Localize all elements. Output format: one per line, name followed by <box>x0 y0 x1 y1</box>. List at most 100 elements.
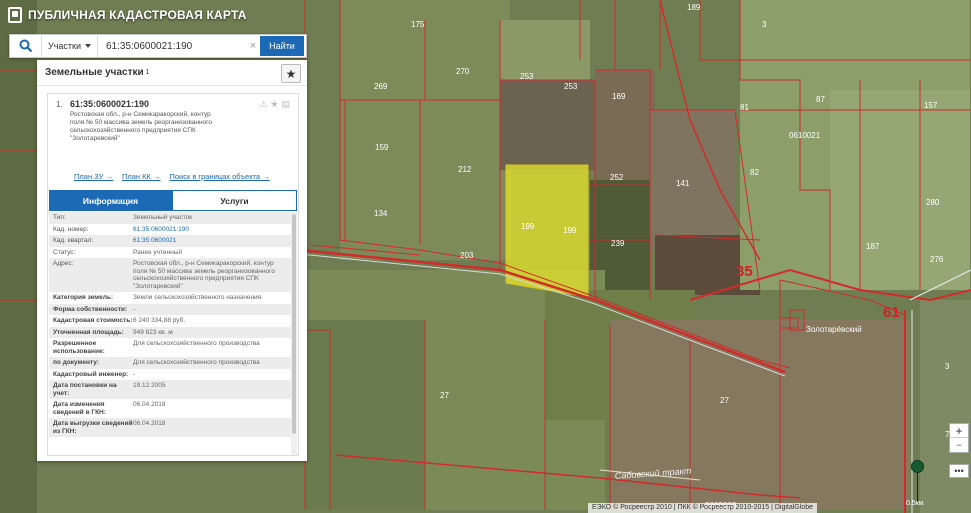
info-row-key: Тип: <box>53 214 66 221</box>
info-row: Категория земель: Земли сельскохозяйствен… <box>49 292 291 304</box>
map-label: 3 <box>762 20 767 29</box>
map-label: 27 <box>720 396 729 405</box>
info-row-key: Дата постановки на учет: <box>53 382 117 397</box>
map-label-district: 35 <box>736 263 753 280</box>
info-row: Дата выгрузки сведений из ГКН: 06.04.2018 <box>49 418 291 437</box>
map-label: 269 <box>374 82 388 91</box>
result-card: 1. 61:35:0600021:190 Ростовская обл., р-… <box>47 93 299 456</box>
zoom-out-button[interactable]: − <box>950 438 968 452</box>
clear-icon[interactable]: × <box>246 40 260 52</box>
info-row: Форма собственности: - <box>49 303 291 315</box>
map-label: 141 <box>676 179 690 188</box>
map-label: 276 <box>930 255 944 264</box>
zoom-control: + − <box>949 423 969 453</box>
map-label: 203 <box>460 251 474 260</box>
info-row-value[interactable]: 61:35:0600021:190 <box>133 226 287 234</box>
map-scale: 0.5км <box>906 500 924 507</box>
result-links: План ЗУ → План КК → Поиск в границах объ… <box>74 172 270 181</box>
info-row-value: Ранее учтенный <box>133 248 182 256</box>
result-address: Ростовская обл., р-н Семикаракорский, ко… <box>70 111 212 142</box>
map-label: 239 <box>611 239 625 248</box>
map-label: 189 <box>687 3 701 12</box>
info-row-key: Кадастровая стоимость: <box>53 317 133 324</box>
info-row-value[interactable]: 61:35:0600021 <box>133 237 287 245</box>
search-type-label: Участки <box>48 41 81 51</box>
info-row: Дата постановки на учет: 19.12.2005 <box>49 380 291 399</box>
chevron-down-icon <box>85 44 91 48</box>
map-label: 134 <box>374 209 388 218</box>
info-row-value: Земли сельскохозяйственного назначения <box>133 294 262 301</box>
info-row-key: Категория земель: <box>53 294 114 301</box>
info-row-key: по документу: <box>53 359 99 366</box>
result-count: 1 <box>145 69 150 76</box>
info-row: Кадастровая стоимость: 6 240 334,88 руб. <box>49 315 291 327</box>
map-label: 169 <box>612 92 626 101</box>
search-in-bounds-link[interactable]: Поиск в границах объекта → <box>169 172 269 181</box>
info-row-key: Разрешенное использование: <box>53 340 105 355</box>
zoom-in-button[interactable]: + <box>950 424 968 438</box>
result-index: 1. <box>56 100 63 109</box>
panel-header: Земельные участки 1 ★ <box>37 60 307 86</box>
map-label: 82 <box>750 168 759 177</box>
tab-info[interactable]: Информация <box>49 190 172 211</box>
map-label: 0610021 <box>789 131 821 140</box>
map-label: 87 <box>816 95 825 104</box>
map-label: 81 <box>740 103 749 112</box>
info-row-value: 949 823 кв. м <box>133 328 173 336</box>
map-label: 27 <box>440 391 449 400</box>
app-header: ПУБЛИЧНАЯ КАДАСТРОВАЯ КАРТА <box>0 0 310 30</box>
info-row-value: 19.12.2005 <box>133 382 166 389</box>
app-title: ПУБЛИЧНАЯ КАДАСТРОВАЯ КАРТА <box>28 8 247 22</box>
warning-icon[interactable]: ⚠ <box>259 99 267 110</box>
map-label: 199 <box>521 222 535 231</box>
info-row: Разрешенное использование: Для сельскохоз… <box>49 338 291 357</box>
info-row: по документу: Для сельскохозяйственного п… <box>49 357 291 369</box>
search-bar: Участки × Найти <box>9 34 307 58</box>
info-row: Уточненная площадь: 949 823 кв. м <box>49 326 291 338</box>
map-attribution: ЕЭКО © Росреестр 2010 | ПКК © Росреестр … <box>588 503 817 513</box>
info-row-key: Статус: <box>53 248 76 256</box>
result-tabs: Информация Услуги <box>49 190 297 211</box>
favorite-star-icon[interactable]: ★ <box>281 64 301 83</box>
info-row: Кад. квартал: 61:35:0600021 <box>49 235 291 247</box>
map-label-region: 61 <box>883 304 900 321</box>
info-row-value: - <box>133 370 136 378</box>
search-button[interactable]: Найти <box>260 36 304 56</box>
result-card-header: 1. 61:35:0600021:190 Ростовская обл., р-… <box>48 94 298 182</box>
scrollbar-thumb[interactable] <box>292 214 296 434</box>
info-row-value: - <box>133 305 136 313</box>
print-icon[interactable]: ▤ <box>281 99 290 110</box>
search-input[interactable] <box>98 35 246 57</box>
info-row-value: Для сельскохозяйственного производства <box>133 359 260 366</box>
star-icon[interactable]: ★ <box>270 99 278 110</box>
info-row-key: Кад. номер: <box>53 225 89 233</box>
rosreestr-logo-icon[interactable] <box>8 7 22 23</box>
info-row-key: Кадастровый инженер: <box>53 370 129 378</box>
info-scrollbar[interactable] <box>291 212 297 455</box>
map-label: 253 <box>564 82 578 91</box>
info-row-value: Земельный участок <box>133 214 193 221</box>
info-row: Кадастровый инженер: - <box>49 368 291 380</box>
pin-stick <box>917 472 918 502</box>
map-label: 175 <box>411 20 425 29</box>
tab-services[interactable]: Услуги <box>172 190 297 211</box>
info-row: Адрес: Ростовская обл., р-н Семикаракорск… <box>49 258 291 292</box>
plan-kk-link[interactable]: План КК → <box>122 172 161 181</box>
info-row: Кад. номер: 61:35:0600021:190 <box>49 223 291 235</box>
info-row-value: 06.04.2018 <box>133 401 166 408</box>
map-label: 157 <box>924 101 938 110</box>
info-row: Дата изменения сведений в ГКН: 06.04.2018 <box>49 399 291 418</box>
info-row: Тип: Земельный участок <box>49 212 291 224</box>
more-options-button[interactable]: ••• <box>949 464 969 478</box>
map-label: 252 <box>610 173 624 182</box>
results-panel: Земельные участки 1 ★ 1. 61:35:0600021:1… <box>37 60 307 461</box>
search-icon[interactable] <box>10 34 42 58</box>
info-table: Тип: Земельный участок Кад. номер: 61:35:06… <box>49 212 291 455</box>
info-row-key: Уточненная площадь: <box>53 328 124 336</box>
info-row-key: Дата выгрузки сведений из ГКН: <box>53 420 133 435</box>
map-label: 3 <box>945 362 950 371</box>
plan-zu-link[interactable]: План ЗУ → <box>74 172 113 181</box>
map-label-village: Золотарёвский <box>806 325 862 334</box>
map-label: 212 <box>458 165 472 174</box>
search-type-dropdown[interactable]: Участки <box>42 34 98 58</box>
